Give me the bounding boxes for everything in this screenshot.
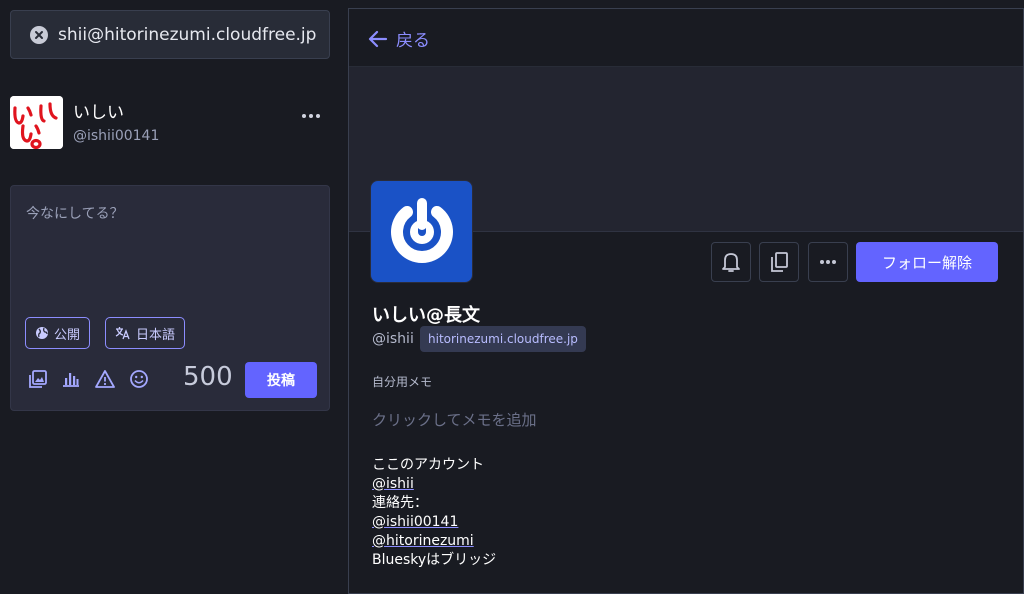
mention-link[interactable]: @hitorinezumi [372,533,474,549]
notify-button[interactable] [711,242,751,282]
emoji-icon[interactable] [129,369,149,389]
bio-text: 連絡先： [372,495,428,511]
media-icon[interactable] [28,369,48,389]
arrow-left-icon [368,30,388,47]
avatar[interactable] [10,96,63,149]
mention-link[interactable]: @ishii [372,476,414,492]
profile-acct: @ishii [372,331,414,347]
search-box[interactable]: shii@hitorinezumi.cloudfree.jp [10,10,330,59]
visibility-label: 公開 [54,327,81,343]
profile-column: 戻る フォロー解除 いしい@長文 @ishii hitorinezumi.clo… [348,8,1024,594]
more-icon [820,260,836,264]
bio-text: Blueskyはブリッジ [372,552,497,568]
profile-display-name: いしい@長文 [372,305,480,326]
language-button[interactable]: 日本語 [105,317,186,349]
copy-button[interactable] [759,242,799,282]
current-user: いしい @ishii00141 [10,96,330,150]
user-handle[interactable]: @ishii00141 [73,128,159,144]
close-icon[interactable] [30,25,48,44]
back-label: 戻る [396,31,430,51]
warning-icon[interactable] [94,369,116,389]
profile-bio: ここのアカウント @ishii 連絡先： @ishii00141 @hitori… [372,456,496,570]
user-display-name[interactable]: いしい [73,98,124,123]
more-options-button[interactable] [808,242,848,282]
language-label: 日本語 [136,327,176,343]
search-input[interactable]: shii@hitorinezumi.cloudfree.jp [58,25,316,45]
unfollow-button[interactable]: フォロー解除 [856,242,998,282]
globe-icon [36,327,48,339]
visibility-button[interactable]: 公開 [25,317,91,349]
compose-tools [28,369,149,389]
profile-avatar[interactable] [370,180,473,283]
domain-badge[interactable]: hitorinezumi.cloudfree.jp [420,326,586,352]
post-button[interactable]: 投稿 [245,362,317,398]
more-icon[interactable] [302,114,320,118]
note-input[interactable]: クリックしてメモを追加 [372,409,537,430]
back-button[interactable]: 戻る [368,26,430,51]
bell-icon [722,253,740,272]
note-label: 自分用メモ [372,375,433,389]
bio-text: ここのアカウント [372,457,484,473]
power-logo-icon [390,197,453,263]
column-header: 戻る [349,9,1023,67]
compose-textarea[interactable]: 今なにしてる？ [26,203,124,223]
compose-form: 今なにしてる？ 公開 日本語 500 投稿 [10,185,330,411]
copy-icon [771,252,788,272]
character-counter: 500 [183,362,233,392]
poll-icon[interactable] [61,369,81,389]
mention-link[interactable]: @ishii00141 [372,514,458,530]
translate-icon [115,327,130,340]
